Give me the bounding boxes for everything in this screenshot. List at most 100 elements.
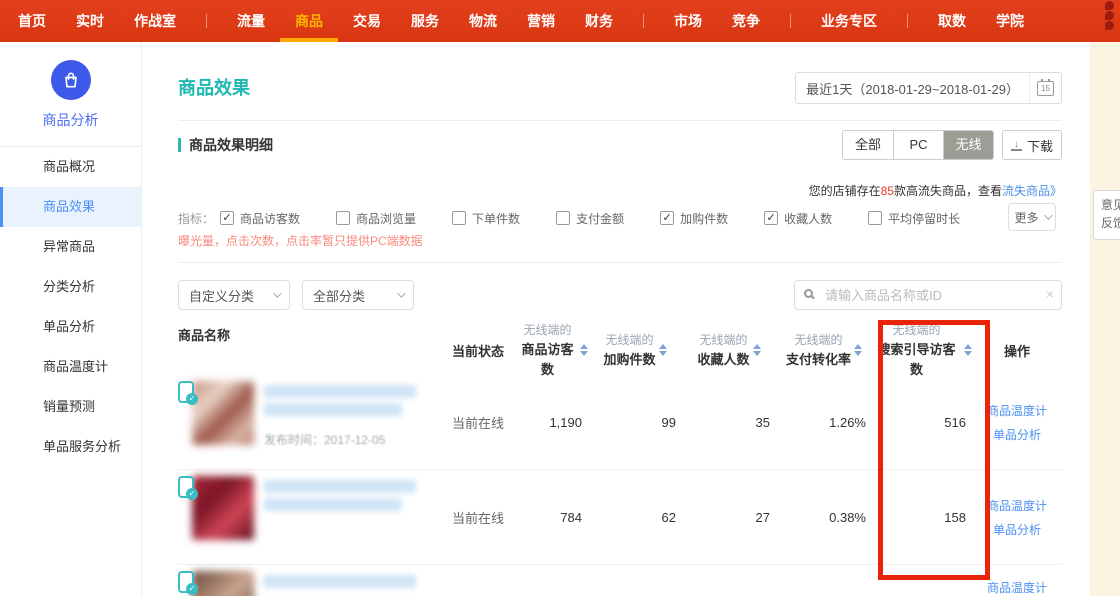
checkbox-avg-stay-time[interactable]	[868, 211, 882, 225]
nav-separator	[790, 14, 791, 28]
more-label: 更多	[1014, 209, 1038, 226]
nav-item-academy[interactable]: 学院	[996, 0, 1024, 42]
tab-all[interactable]: 全部	[843, 131, 893, 159]
download-label: 下载	[1027, 136, 1053, 155]
notice-count: 85	[881, 184, 894, 198]
nav-item-marketing[interactable]: 营销	[527, 0, 555, 42]
sort-control[interactable]	[854, 344, 862, 356]
select-value: 自定义分类	[189, 286, 254, 305]
sidebar-menu: 商品概况 商品效果 异常商品 分类分析 单品分析 商品温度计 销量预测 单品服务…	[0, 147, 141, 467]
col-wireless-pay-conversion: 无线端的支付转化率	[776, 331, 872, 369]
product-thumbnail[interactable]	[192, 476, 254, 540]
nav-item-trade[interactable]: 交易	[353, 0, 381, 42]
publish-date: 发布时间：2017-12-05	[264, 431, 385, 448]
sidebar-item-abnormal-products[interactable]: 异常商品	[0, 227, 141, 267]
collect-cell: 27	[682, 510, 776, 525]
search-icon	[804, 289, 813, 298]
nav-item-traffic[interactable]: 流量	[237, 0, 265, 42]
nav-separator	[907, 14, 908, 28]
product-thermometer-link[interactable]: 商品温度计	[987, 579, 1047, 596]
single-item-analysis-link[interactable]: 单品分析	[993, 426, 1041, 443]
divider	[178, 120, 1062, 121]
col-wireless-cart: 无线端的加购件数	[588, 331, 682, 369]
product-name-cell	[178, 470, 438, 564]
sidebar-item-product-effect[interactable]: 商品效果	[0, 187, 141, 227]
checkbox-order-items[interactable]	[452, 211, 466, 225]
nav-item-competition[interactable]: 竞争	[732, 0, 760, 42]
indicator-label: 支付金额	[576, 210, 624, 227]
nav-item-business-zone[interactable]: 业务专区	[821, 0, 877, 42]
clear-icon[interactable]: ×	[1046, 286, 1054, 302]
col-prefix: 无线端的	[605, 333, 653, 347]
section-accent-bar	[178, 138, 181, 152]
pay-conversion-cell: 0.38%	[776, 510, 872, 525]
product-thermometer-link[interactable]: 商品温度计	[987, 497, 1047, 514]
nav-item-product[interactable]: 商品	[295, 0, 323, 42]
more-button[interactable]: 更多	[1008, 203, 1056, 231]
nav-item-market[interactable]: 市场	[674, 0, 702, 42]
single-item-analysis-link[interactable]: 单品分析	[993, 521, 1041, 538]
sidebar-item-product-overview[interactable]: 商品概况	[0, 147, 141, 187]
col-label: 商品访客数	[521, 342, 573, 377]
tab-wireless[interactable]: 无线	[943, 131, 993, 159]
loss-products-link[interactable]: 流失商品》	[1002, 184, 1062, 198]
product-thumbnail[interactable]	[192, 571, 254, 596]
checkbox-cart-items[interactable]	[660, 211, 674, 225]
download-button[interactable]: 下载	[1002, 130, 1062, 160]
checkbox-pay-amount[interactable]	[556, 211, 570, 225]
sidebar-item-single-item-service[interactable]: 单品服务分析	[0, 427, 141, 467]
sidebar-section-product-analysis[interactable]: 商品分析	[0, 42, 141, 147]
top-navbar: 首页 实时 作战室 流量 商品 交易 服务 物流 营销 财务 市场 竞争 业务专…	[0, 0, 1120, 42]
nav-item-logistics[interactable]: 物流	[469, 0, 497, 42]
nav-item-data-fetch[interactable]: 取数	[938, 0, 966, 42]
col-prefix: 无线端的	[794, 333, 842, 347]
visitors-cell: 1,190	[518, 415, 588, 430]
indicator-label: 加购件数	[680, 210, 728, 227]
chevron-down-icon	[1044, 211, 1052, 219]
date-range-picker[interactable]: 最近1天（2018-01-29~2018-01-29） 15	[795, 72, 1062, 104]
product-thumbnail[interactable]	[192, 381, 254, 445]
product-effect-table: 商品名称 当前状态 无线端的商品访客数 无线端的加购件数 无线端的收藏人数 无线…	[178, 325, 1062, 596]
check-icon	[186, 488, 198, 500]
status-cell: 当前在线	[438, 508, 518, 527]
sidebar-item-product-thermometer[interactable]: 商品温度计	[0, 347, 141, 387]
nav-item-finance[interactable]: 财务	[585, 0, 613, 42]
sidebar-item-sales-forecast[interactable]: 销量预测	[0, 387, 141, 427]
nav-item-service[interactable]: 服务	[411, 0, 439, 42]
mobile-online-icon	[178, 571, 194, 593]
sidebar-item-single-item-analysis[interactable]: 单品分析	[0, 307, 141, 347]
nav-item-home[interactable]: 首页	[18, 0, 46, 42]
indicator-option: 支付金额	[556, 210, 624, 227]
col-current-status: 当前状态	[438, 341, 518, 360]
indicator-label: 商品访客数	[240, 210, 300, 227]
product-thermometer-link[interactable]: 商品温度计	[987, 402, 1047, 419]
sort-control[interactable]	[580, 344, 588, 356]
tab-pc[interactable]: PC	[893, 131, 943, 159]
search-visitors-cell: 516	[872, 415, 972, 430]
sidebar-section-label: 商品分析	[0, 110, 141, 130]
firecracker-decoration	[1102, 0, 1116, 34]
product-row: 当前在线 784 62 27 0.38% 158 商品温度计 单品分析	[178, 470, 1062, 565]
nav-item-realtime[interactable]: 实时	[76, 0, 104, 42]
indicator-option: 商品访客数	[220, 210, 300, 227]
sort-control[interactable]	[753, 344, 761, 356]
chevron-down-icon	[273, 289, 281, 297]
sidebar-item-category-analysis[interactable]: 分类分析	[0, 267, 141, 307]
custom-category-select[interactable]: 自定义分类	[178, 280, 290, 310]
search-visitors-cell: 158	[872, 510, 972, 525]
sort-control[interactable]	[659, 344, 667, 356]
checkbox-product-views[interactable]	[336, 211, 350, 225]
cart-cell: 62	[588, 510, 682, 525]
nav-item-war-room[interactable]: 作战室	[134, 0, 176, 42]
col-prefix: 无线端的	[699, 333, 747, 347]
product-row: 发布时间：2017-12-05 当前在线 1,190 99 35 1.26% 5…	[178, 375, 1062, 470]
checkbox-collect-users[interactable]	[764, 211, 778, 225]
all-category-select[interactable]: 全部分类	[302, 280, 414, 310]
mobile-online-icon	[178, 381, 194, 403]
operations-cell: 商品温度计 单品分析	[972, 402, 1062, 443]
feedback-label: 反馈	[1101, 216, 1120, 230]
feedback-tab[interactable]: 意见 反馈	[1093, 190, 1120, 240]
sort-control[interactable]	[964, 344, 972, 356]
search-input[interactable]	[794, 280, 1062, 310]
checkbox-product-visitors[interactable]	[220, 211, 234, 225]
